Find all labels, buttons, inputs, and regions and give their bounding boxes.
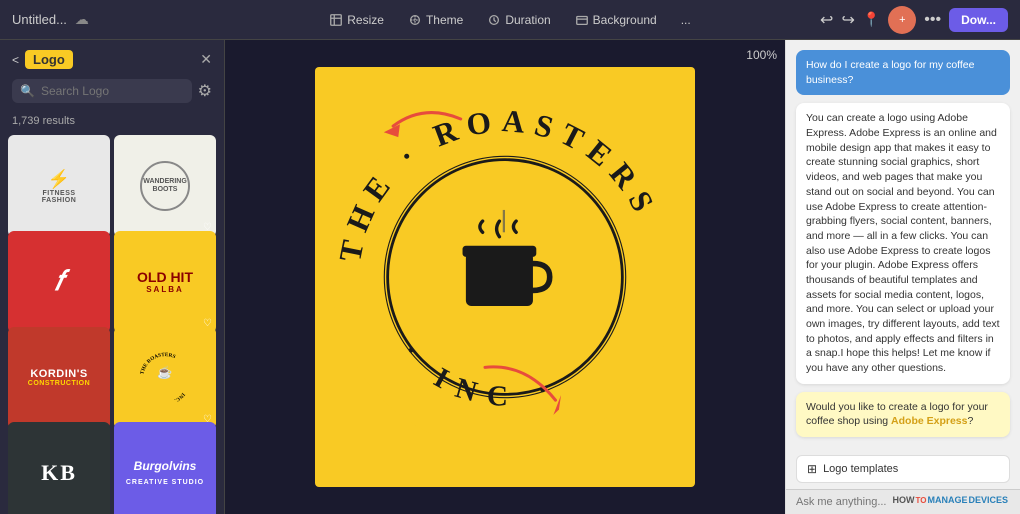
search-box: 🔍 [12,79,192,103]
main-content: < Logo ✕ 🔍 ⚙ 1,739 results ⚡ FITNESSFASH… [0,40,1020,514]
user-question-bubble: How do I create a logo for my coffee bus… [796,50,1010,95]
location-icon: 📍 [863,11,880,28]
resize-label: Resize [347,13,384,27]
zoom-indicator: 100% [746,48,777,62]
list-item[interactable]: 𝑓 [8,231,110,333]
theme-button[interactable]: Theme [400,9,471,31]
filter-icon[interactable]: ⚙ [198,81,212,101]
download-button[interactable]: Dow... [949,8,1008,32]
grid-icon: ⊞ [807,462,817,476]
search-row: 🔍 ⚙ [0,79,224,111]
devices-label: DEVICES [968,495,1008,505]
highlight-text: Adobe Express [891,415,967,427]
redo-button[interactable]: ↪ [841,10,854,30]
list-item[interactable]: KORDIN'S CONSTRUCTION [8,327,110,429]
logo-badge: Logo [25,50,73,69]
top-bar-right: ↩ ↪ 📍 + ••• Dow... [763,6,1008,34]
chat-messages: How do I create a logo for my coffee bus… [786,40,1020,455]
watermark: HOW TO MANAGE DEVICES [887,492,1014,508]
how-label: HOW [893,495,915,505]
list-item[interactable]: BurgolvinsCREATIVE STUDIO [114,422,216,514]
more-options-button[interactable]: ... [673,9,699,31]
search-icon: 🔍 [20,84,35,98]
close-panel-button[interactable]: ✕ [200,51,212,68]
logo-grid: ⚡ FITNESSFASHION WANDERINGBOOTS ♡ 𝑓 [0,135,224,514]
to-label: TO [916,496,927,505]
list-item[interactable]: KB [8,422,110,514]
cloud-icon: ☁ [75,11,89,28]
back-button[interactable]: < [12,53,19,67]
duration-label: Duration [505,13,550,27]
resize-button[interactable]: Resize [321,9,392,31]
list-item[interactable]: WANDERINGBOOTS ♡ [114,135,216,237]
ai-response-row: You can create a logo using Adobe Expres… [796,103,1010,383]
logo-templates-button[interactable]: ⊞ Logo templates [796,455,1010,483]
top-bar: Untitled... ☁ Resize Theme Duration Back… [0,0,1020,40]
theme-label: Theme [426,13,463,27]
duration-button[interactable]: Duration [479,9,558,31]
list-item[interactable]: THE ROASTERS INC. ☕ ♡ [114,327,216,429]
ai-response-bubble: You can create a logo using Adobe Expres… [796,103,1010,383]
canvas-frame: THE · ROASTERS · INC · [315,67,695,487]
background-button[interactable]: Background [567,9,665,31]
more-menu-button[interactable]: ••• [924,11,941,29]
top-bar-left: Untitled... ☁ [12,11,257,28]
results-count: 1,739 results [0,111,224,135]
roasters-logo: THE · ROASTERS · INC · [315,67,695,487]
panel-header: < Logo ✕ [0,40,224,79]
background-label: Background [593,13,657,27]
manage-label: MANAGE [927,495,967,505]
list-item[interactable]: ⚡ FITNESSFASHION [8,135,110,237]
canvas-area: THE · ROASTERS · INC · [225,40,785,514]
file-title: Untitled... [12,12,67,27]
svg-text:INC.: INC. [173,391,186,403]
undo-button[interactable]: ↩ [820,10,833,30]
svg-text:☕: ☕ [157,364,172,379]
toolbar: Resize Theme Duration Background ... [265,9,755,31]
add-user-button[interactable]: + [888,6,916,34]
user-followup-bubble: Would you like to create a logo for your… [796,392,1010,437]
right-panel: How do I create a logo for my coffee bus… [785,40,1020,514]
list-item[interactable]: OLD HIT SALBA ♡ [114,231,216,333]
search-input[interactable] [41,84,184,98]
left-panel: < Logo ✕ 🔍 ⚙ 1,739 results ⚡ FITNESSFASH… [0,40,225,514]
